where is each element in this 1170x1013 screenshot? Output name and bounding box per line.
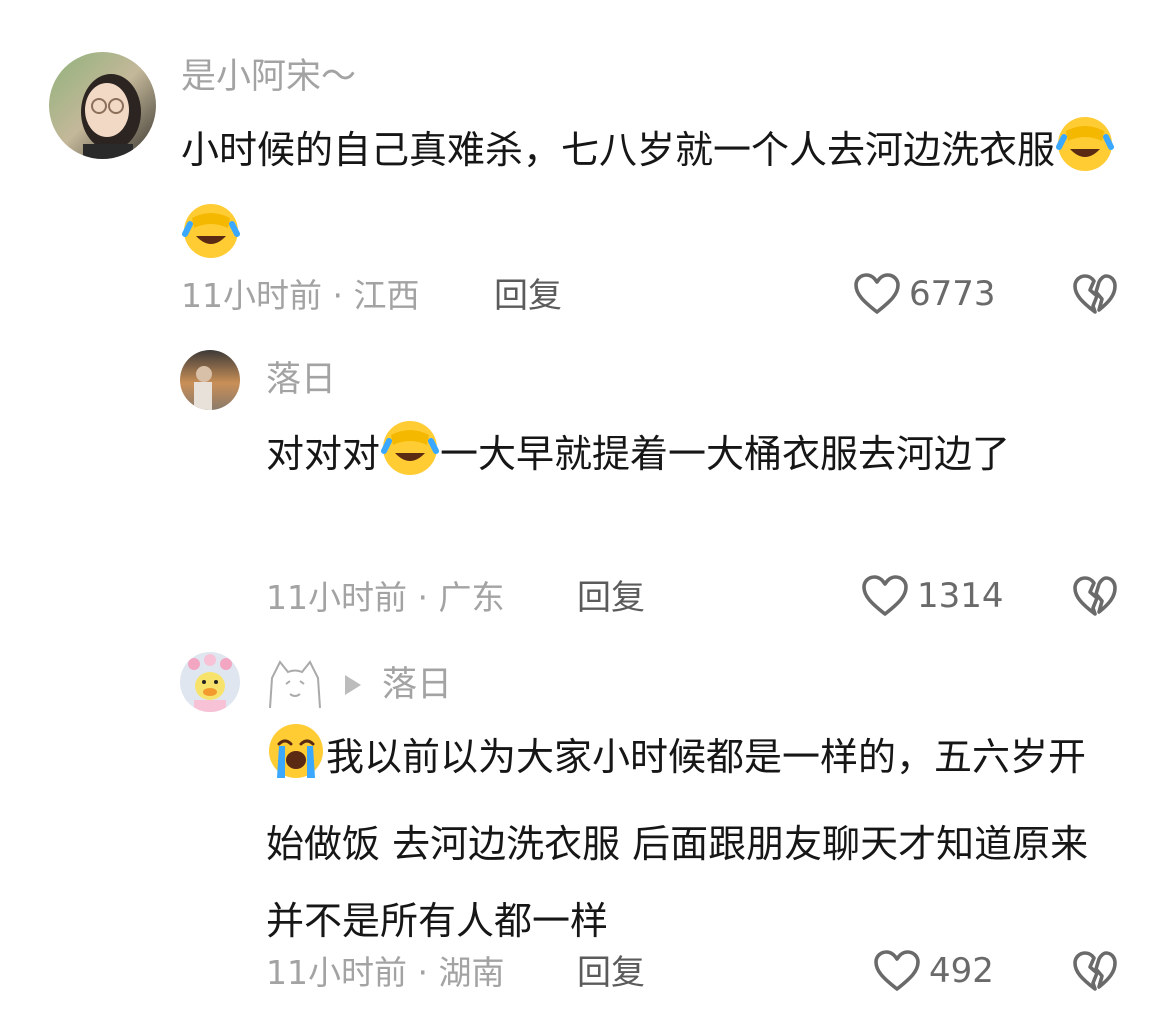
comment-username[interactable]: 落日: [266, 359, 336, 401]
comment-text-part: 一大早就提着一大桶衣服去河边了: [440, 432, 1011, 476]
broken-heart-outline-icon: [1073, 576, 1117, 616]
comment-text-part: 我以前以为大家小时候都是一样的，五六岁开始做饭 去河边洗衣服 后面跟朋友聊天才知…: [266, 735, 1089, 943]
broken-heart-outline-icon: [1073, 951, 1117, 991]
reply-button[interactable]: 回复: [577, 953, 645, 993]
reply-button[interactable]: 回复: [577, 578, 645, 618]
cat-line-drawing-icon[interactable]: [266, 656, 324, 710]
face-with-hand-laughing-crying-icon: [381, 419, 440, 503]
heart-outline-icon: [874, 950, 920, 991]
reply-button[interactable]: 回复: [494, 276, 562, 316]
loudly-crying-face-icon: [267, 722, 325, 806]
avatar-user-2[interactable]: [180, 350, 240, 410]
like-count: 6773: [909, 274, 996, 314]
avatar-user-1[interactable]: [49, 52, 156, 159]
play-triangle-icon: [345, 675, 361, 695]
dislike-button[interactable]: [1072, 272, 1118, 316]
comment-text-part: 对对对: [266, 432, 381, 476]
face-with-hand-laughing-crying-icon: [182, 202, 240, 286]
reply-to-username[interactable]: 落日: [382, 664, 452, 706]
comment-text: 我以前以为大家小时候都是一样的，五六岁开始做饭 去河边洗衣服 后面跟朋友聊天才知…: [266, 719, 1096, 960]
comment-meta: 11小时前 · 广东: [266, 578, 505, 617]
face-with-hand-laughing-crying-icon: [1056, 115, 1115, 199]
heart-outline-icon: [862, 575, 908, 616]
comment-username[interactable]: 是小阿宋～: [181, 56, 356, 98]
comment-text: 对对对 一大早就提着一大桶衣服去河边了: [266, 416, 1096, 503]
like-count: 1314: [917, 576, 1004, 616]
dislike-button[interactable]: [1072, 949, 1118, 993]
comment-meta: 11小时前 · 湖南: [266, 953, 505, 992]
heart-outline-icon: [854, 273, 900, 314]
like-button[interactable]: 492: [873, 949, 994, 993]
dislike-button[interactable]: [1072, 574, 1118, 618]
comment-text-part: 小时候的自己真难杀，七八岁就一个人去河边洗衣服: [181, 128, 1056, 172]
comment-meta: 11小时前 · 江西: [181, 276, 420, 315]
broken-heart-outline-icon: [1073, 274, 1117, 314]
like-count: 492: [929, 951, 994, 991]
like-button[interactable]: 6773: [853, 272, 996, 316]
comment-text: 小时候的自己真难杀，七八岁就一个人去河边洗衣服: [181, 112, 1116, 286]
like-button[interactable]: 1314: [861, 574, 1004, 618]
avatar-user-3[interactable]: [180, 652, 240, 712]
